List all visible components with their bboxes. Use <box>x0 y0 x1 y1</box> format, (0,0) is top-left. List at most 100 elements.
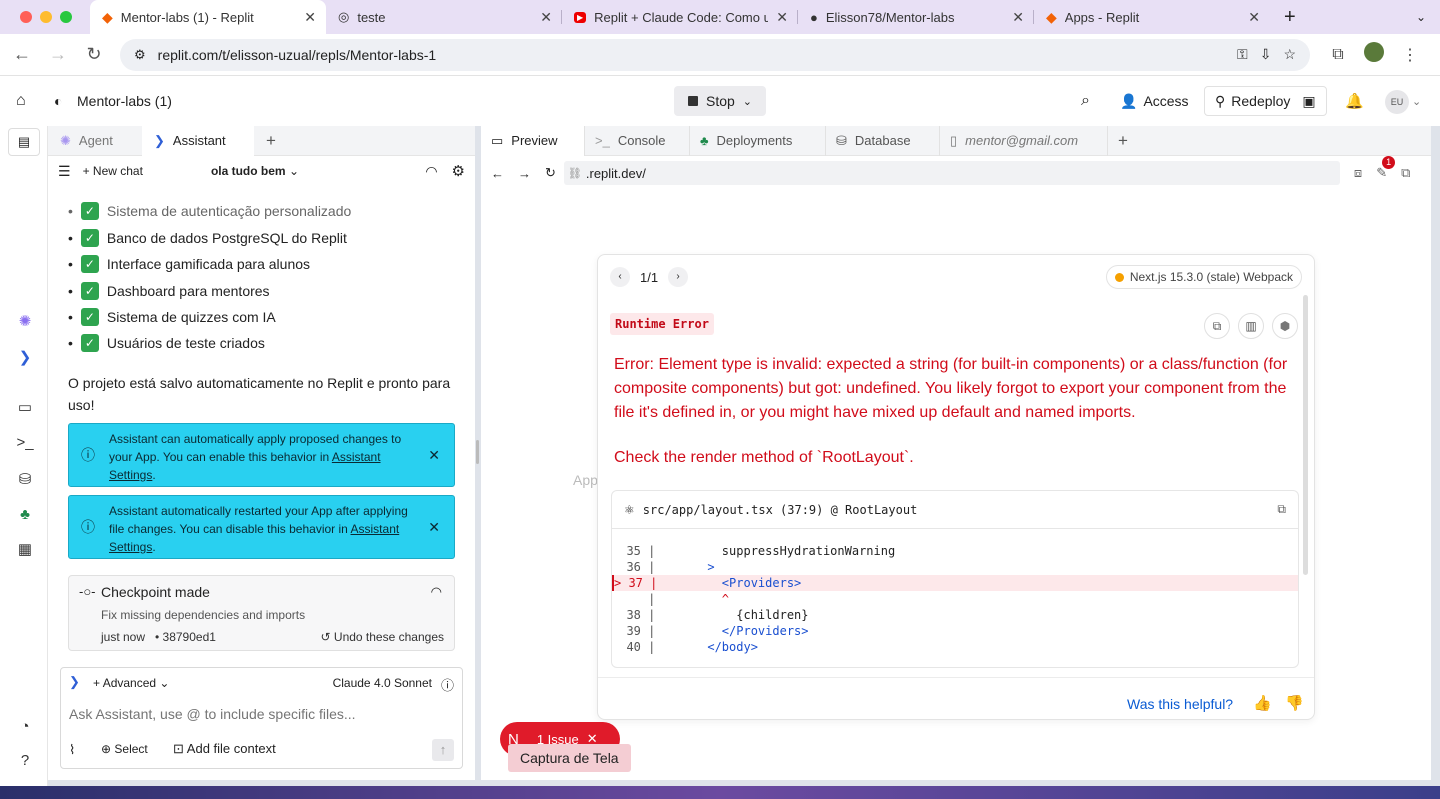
close-tab-icon[interactable]: ✕ <box>304 9 316 26</box>
select-element-button[interactable]: ⊕ Select <box>101 742 148 756</box>
new-tab-icon[interactable]: + <box>266 131 276 151</box>
pane-resize-handle[interactable] <box>476 440 479 464</box>
new-tab-icon[interactable]: + <box>1118 131 1128 151</box>
project-name[interactable]: Mentor-labs (1) <box>77 93 172 109</box>
install-app-icon[interactable]: ⇩ <box>1260 46 1272 63</box>
database-icon[interactable]: ⛁ <box>14 470 36 488</box>
help-icon[interactable]: ? <box>14 752 36 769</box>
back-icon[interactable]: ← <box>491 166 504 181</box>
bookmark-star-icon[interactable]: ☆ <box>1283 46 1296 63</box>
new-chat-button[interactable]: + New chat <box>83 164 143 178</box>
settings-gear-icon[interactable]: ⚙ <box>452 162 465 180</box>
overlay-scrollbar[interactable] <box>1303 295 1308 575</box>
minimize-window-button[interactable] <box>40 11 52 23</box>
tab-file-mentor[interactable]: ▯ mentor@gmail.com <box>940 125 1108 156</box>
reload-icon[interactable]: ↻ <box>545 165 556 181</box>
profile-avatar-icon[interactable] <box>1356 42 1392 67</box>
tab-assistant[interactable]: ❯ Assistant <box>142 125 254 156</box>
browser-tab-github[interactable]: ● Elisson78/Mentor-labs ✕ <box>798 0 1034 34</box>
tab-database[interactable]: ⛁ Database <box>826 125 940 156</box>
back-icon[interactable]: ← <box>4 44 40 65</box>
undo-changes-button[interactable]: ↺ Undo these changes <box>321 630 444 644</box>
extensions-icon[interactable]: ⧉ <box>1320 46 1356 64</box>
tab-agent[interactable]: ✺ Agent <box>48 126 142 156</box>
search-icon[interactable]: ⌕ <box>1081 92 1090 110</box>
site-settings-icon[interactable]: ⚙ <box>134 47 146 63</box>
copy-icon[interactable]: ⧉ <box>1204 313 1230 339</box>
access-button[interactable]: 👤 Access <box>1120 93 1189 110</box>
password-key-icon[interactable]: ⚿ <box>1237 46 1248 63</box>
deployments-icon[interactable]: ♣ <box>14 506 36 523</box>
assistant-icon[interactable]: ❯ <box>14 348 36 366</box>
tab-search-chevron-icon[interactable]: ⌄ <box>1416 10 1426 24</box>
chat-history-icon[interactable]: ☰ <box>58 163 71 180</box>
close-icon[interactable]: ✕ <box>428 518 440 536</box>
thumbs-up-icon[interactable]: 👍 <box>1253 694 1272 712</box>
stop-button[interactable]: Stop ⌄ <box>674 86 766 116</box>
open-new-window-icon[interactable]: ⧉ <box>1401 165 1410 181</box>
close-tab-icon[interactable]: ✕ <box>1012 9 1024 26</box>
tab-console[interactable]: >_ Console <box>585 125 690 156</box>
chat-title-dropdown[interactable]: ola tudo bem ⌄ <box>211 164 299 178</box>
tab-title: Apps - Replit <box>1064 9 1140 25</box>
agent-icon[interactable]: ✺ <box>14 312 36 330</box>
browser-menu-icon[interactable]: ⋮ <box>1392 45 1428 65</box>
close-tab-icon[interactable]: ✕ <box>540 9 552 26</box>
close-tab-icon[interactable]: ✕ <box>1248 9 1260 26</box>
forward-icon[interactable]: → <box>40 44 76 65</box>
new-tab-icon[interactable]: + <box>1284 6 1296 29</box>
url-field[interactable]: ⚙ replit.com/t/elisson-uzual/repls/Mento… <box>120 38 1310 71</box>
chat-input[interactable] <box>69 702 454 726</box>
home-icon[interactable]: ⌂ <box>16 92 26 110</box>
youtube-icon: ▶ <box>574 11 587 23</box>
zoom-window-button[interactable] <box>60 11 72 23</box>
usage-gauge-icon[interactable]: ◠ <box>431 584 442 600</box>
forward-icon[interactable]: → <box>518 166 531 181</box>
close-window-button[interactable] <box>20 11 32 23</box>
browser-tab-teste[interactable]: ◎ teste ✕ <box>326 0 562 34</box>
alerts-icon[interactable]: ◔ <box>14 718 36 735</box>
user-avatar[interactable]: EU <box>1385 90 1409 114</box>
tab-label: Preview <box>511 133 558 148</box>
next-error-button[interactable]: › <box>668 267 689 287</box>
chevron-down-icon[interactable]: ⌄ <box>1412 95 1421 108</box>
browser-tab-mentor-labs[interactable]: ◆ Mentor-labs (1) - Replit ✕ <box>90 0 326 34</box>
database-icon: ⛁ <box>836 132 847 148</box>
browser-tab-apps[interactable]: ◆ Apps - Replit ✕ <box>1034 0 1270 34</box>
usage-gauge-icon[interactable]: ◠ <box>425 163 437 180</box>
deploy-status-icon[interactable]: ▣ <box>1302 93 1315 110</box>
open-in-editor-icon[interactable]: ⧉ <box>1277 502 1286 517</box>
checkmark-icon: ✓ <box>80 308 99 326</box>
preview-url-text[interactable]: .replit.dev/ <box>586 166 646 181</box>
devtools-icon[interactable]: ✎ 1 <box>1376 156 1396 181</box>
info-icon: ⓘ <box>81 447 95 463</box>
devices-icon[interactable]: ⧈ <box>1354 165 1362 181</box>
close-tab-icon[interactable]: ✕ <box>776 9 788 26</box>
redeploy-button[interactable]: ⚲ Redeploy ▣ <box>1204 86 1327 116</box>
tab-deployments[interactable]: ♣ Deployments <box>690 125 826 156</box>
line-code: ^ <box>664 592 730 606</box>
url-text[interactable]: replit.com/t/elisson-uzual/repls/Mentor-… <box>158 47 1225 63</box>
reload-icon[interactable]: ↻ <box>76 44 112 65</box>
all-tools-icon[interactable]: ▦ <box>14 540 36 558</box>
paperclip-icon[interactable]: ⌇ <box>69 742 75 758</box>
docs-book-icon[interactable]: ▥ <box>1238 313 1264 339</box>
nodejs-hexagon-icon[interactable]: ⬢ <box>1272 313 1298 339</box>
browser-tab-youtube[interactable]: ▶ Replit + Claude Code: Como u ✕ <box>562 0 798 34</box>
tab-preview[interactable]: ▭ Preview <box>481 125 585 156</box>
info-icon[interactable]: ⓘ <box>441 675 454 694</box>
close-icon[interactable]: ✕ <box>428 446 440 464</box>
files-toggle-icon[interactable]: ▤ <box>8 128 40 156</box>
console-icon[interactable]: >_ <box>14 434 36 451</box>
chevron-down-icon[interactable]: ⌄ <box>743 95 752 108</box>
preview-icon[interactable]: ▭ <box>14 398 36 416</box>
preview-url-field[interactable]: ⛓ .replit.dev/ <box>563 161 1340 185</box>
add-file-context-button[interactable]: ⊡ Add file context <box>173 741 276 757</box>
advanced-dropdown[interactable]: + Advanced ⌄ <box>93 676 169 690</box>
thumbs-down-icon[interactable]: 👎 <box>1285 694 1304 712</box>
nextjs-version-badge[interactable]: Next.js 15.3.0 (stale) Webpack <box>1105 265 1302 289</box>
model-selector[interactable]: Claude 4.0 Sonnet <box>333 676 432 690</box>
send-button[interactable]: ↑ <box>432 739 454 761</box>
prev-error-button[interactable]: ‹ <box>610 267 630 287</box>
notifications-bell-icon[interactable]: 🔔 <box>1345 92 1364 110</box>
